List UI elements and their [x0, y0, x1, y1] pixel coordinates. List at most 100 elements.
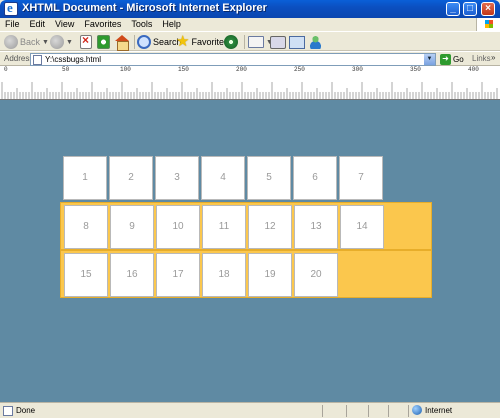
ruler-label: 400: [468, 66, 479, 73]
highlighted-row: 8 9 10 11 12 13 14: [60, 202, 432, 250]
status-text: Done: [16, 406, 36, 415]
search-icon: [137, 35, 151, 49]
favorites-star-icon: ★: [176, 33, 190, 50]
forward-button[interactable]: ▼: [50, 34, 73, 50]
numbered-box: 15: [64, 253, 108, 297]
numbered-box: 12: [248, 205, 292, 249]
toolbar-separator: [134, 35, 135, 49]
ruler-label: 50: [62, 66, 70, 73]
page-viewport: 1 2 3 4 5 6 7 8 9 10 11 12 13 14 15 16 17 18 19 20: [0, 100, 500, 402]
ruler-label: 200: [236, 66, 247, 73]
numbered-box: 16: [110, 253, 154, 297]
go-label: Go: [453, 55, 464, 64]
ruler-label: 250: [294, 66, 305, 73]
numbered-box: 11: [202, 205, 246, 249]
numbered-box: 7: [339, 156, 383, 200]
numbered-box: 19: [248, 253, 292, 297]
ruler-label: 300: [352, 66, 363, 73]
highlighted-row: 15 16 17 18 19 20: [60, 250, 432, 298]
messenger-icon: [308, 35, 323, 49]
box-grid: 1 2 3 4 5 6 7 8 9 10 11 12 13 14 15 16 17 18 19 20: [60, 154, 432, 298]
address-bar: Address Y:\cssbugs.html ▼ ➜ Go Links »: [0, 51, 500, 66]
maximize-button[interactable]: □: [463, 2, 477, 16]
edit-page-icon: [289, 35, 305, 49]
numbered-box: 3: [155, 156, 199, 200]
forward-dropdown-icon[interactable]: ▼: [66, 39, 73, 46]
menu-favorites[interactable]: Favorites: [79, 18, 126, 31]
home-icon: [115, 35, 130, 51]
print-icon: [270, 35, 286, 49]
window-title: XHTML Document - Microsoft Internet Expl…: [22, 2, 267, 14]
zone-label: Internet: [425, 405, 453, 415]
toolbar: Back ▼ ▼ Search ★ Favorites ▼: [0, 31, 500, 51]
go-arrow-icon: ➜: [440, 54, 451, 65]
numbered-box: 5: [247, 156, 291, 200]
address-dropdown-icon[interactable]: ▼: [424, 54, 435, 65]
windows-logo-icon: [476, 18, 500, 31]
numbered-box: 9: [110, 205, 154, 249]
mail-icon: [248, 36, 264, 48]
numbered-box: 2: [109, 156, 153, 200]
numbered-box: 20: [294, 253, 338, 297]
internet-globe-icon: [412, 405, 422, 415]
address-value: Y:\cssbugs.html: [45, 55, 102, 64]
status-divider: [368, 405, 369, 417]
status-divider: [388, 405, 389, 417]
messenger-button[interactable]: [308, 34, 323, 50]
toolbar-separator: [244, 35, 245, 49]
print-button[interactable]: [270, 34, 286, 50]
menu-tools[interactable]: Tools: [126, 18, 157, 31]
numbered-box: 14: [340, 205, 384, 249]
ruler-label: 100: [120, 66, 131, 73]
media-button[interactable]: [224, 34, 238, 50]
refresh-icon: [97, 35, 110, 49]
stop-icon: [80, 33, 92, 49]
search-button[interactable]: Search: [137, 34, 182, 50]
ruler-label: 350: [410, 66, 421, 73]
box-row: 1234567: [60, 154, 432, 202]
ruler-label: 150: [178, 66, 189, 73]
address-label: Address: [4, 54, 34, 63]
favorites-button[interactable]: ★ Favorites: [176, 34, 228, 50]
back-dropdown-icon[interactable]: ▼: [42, 39, 49, 46]
status-divider: [346, 405, 347, 417]
menu-help[interactable]: Help: [157, 18, 186, 31]
menu-edit[interactable]: Edit: [25, 18, 51, 31]
numbered-box: 13: [294, 205, 338, 249]
menu-view[interactable]: View: [50, 18, 79, 31]
favorites-label: Favorites: [191, 37, 229, 47]
status-bar: Done Internet: [0, 402, 500, 418]
ruler-ticks: [1, 82, 498, 99]
numbered-box: 8: [64, 205, 108, 249]
status-divider: [322, 405, 323, 417]
media-icon: [224, 35, 238, 49]
menu-file[interactable]: File: [0, 18, 25, 31]
menu-bar: File Edit View Favorites Tools Help: [0, 18, 500, 31]
links-chevron-icon[interactable]: »: [491, 53, 495, 62]
status-divider: [408, 405, 409, 417]
go-button[interactable]: ➜ Go: [440, 54, 464, 65]
ruler-label: 0: [4, 66, 8, 73]
minimize-button[interactable]: _: [446, 2, 460, 16]
close-button[interactable]: ×: [481, 2, 495, 16]
back-arrow-icon: [4, 35, 18, 49]
pixel-ruler: 0 50 100 150 200 250 300 350 400: [0, 66, 500, 100]
numbered-box: 18: [202, 253, 246, 297]
forward-arrow-icon: [50, 35, 64, 49]
back-button[interactable]: Back ▼: [4, 34, 49, 50]
page-icon: [33, 55, 42, 65]
numbered-box: 17: [156, 253, 200, 297]
refresh-button[interactable]: [97, 34, 110, 50]
home-button[interactable]: [115, 34, 130, 51]
links-label[interactable]: Links: [472, 54, 491, 63]
numbered-box: 10: [156, 205, 200, 249]
title-bar: XHTML Document - Microsoft Internet Expl…: [0, 0, 500, 18]
edit-button[interactable]: [289, 34, 305, 50]
ie-icon: [4, 0, 18, 16]
numbered-box: 6: [293, 156, 337, 200]
page-done-icon: [3, 406, 13, 416]
numbered-box: 1: [63, 156, 107, 200]
numbered-box: 4: [201, 156, 245, 200]
address-input[interactable]: Y:\cssbugs.html ▼: [30, 53, 436, 66]
stop-button[interactable]: [80, 33, 92, 50]
